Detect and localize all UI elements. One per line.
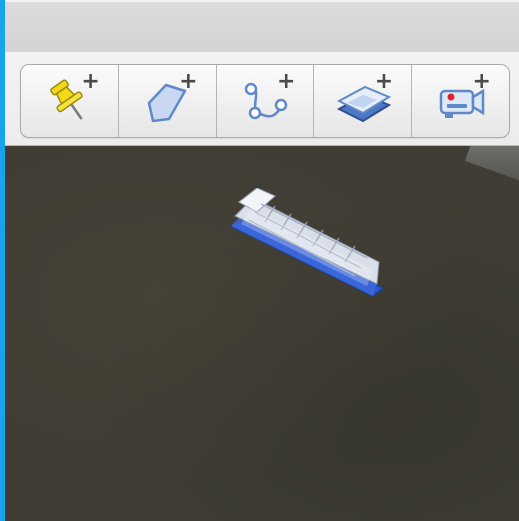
window-titlebar: [5, 0, 519, 52]
add-image-overlay-button[interactable]: +: [314, 65, 413, 137]
add-badge: +: [276, 69, 296, 94]
ship-3d-model[interactable]: [227, 188, 397, 298]
add-badge: +: [472, 69, 491, 94]
add-path-button[interactable]: +: [217, 65, 315, 137]
toolbar: + + + + +: [5, 52, 519, 146]
map-view[interactable]: [5, 146, 519, 521]
add-badge: +: [374, 69, 394, 94]
add-badge: +: [81, 69, 100, 94]
shoreline: [464, 146, 519, 182]
toolbar-button-group: + + + + +: [20, 64, 510, 138]
add-badge: +: [179, 69, 198, 94]
add-polygon-button[interactable]: +: [119, 65, 217, 137]
window-left-edge: [0, 0, 5, 521]
add-placemark-button[interactable]: +: [21, 65, 119, 137]
record-tour-button[interactable]: +: [412, 65, 509, 137]
